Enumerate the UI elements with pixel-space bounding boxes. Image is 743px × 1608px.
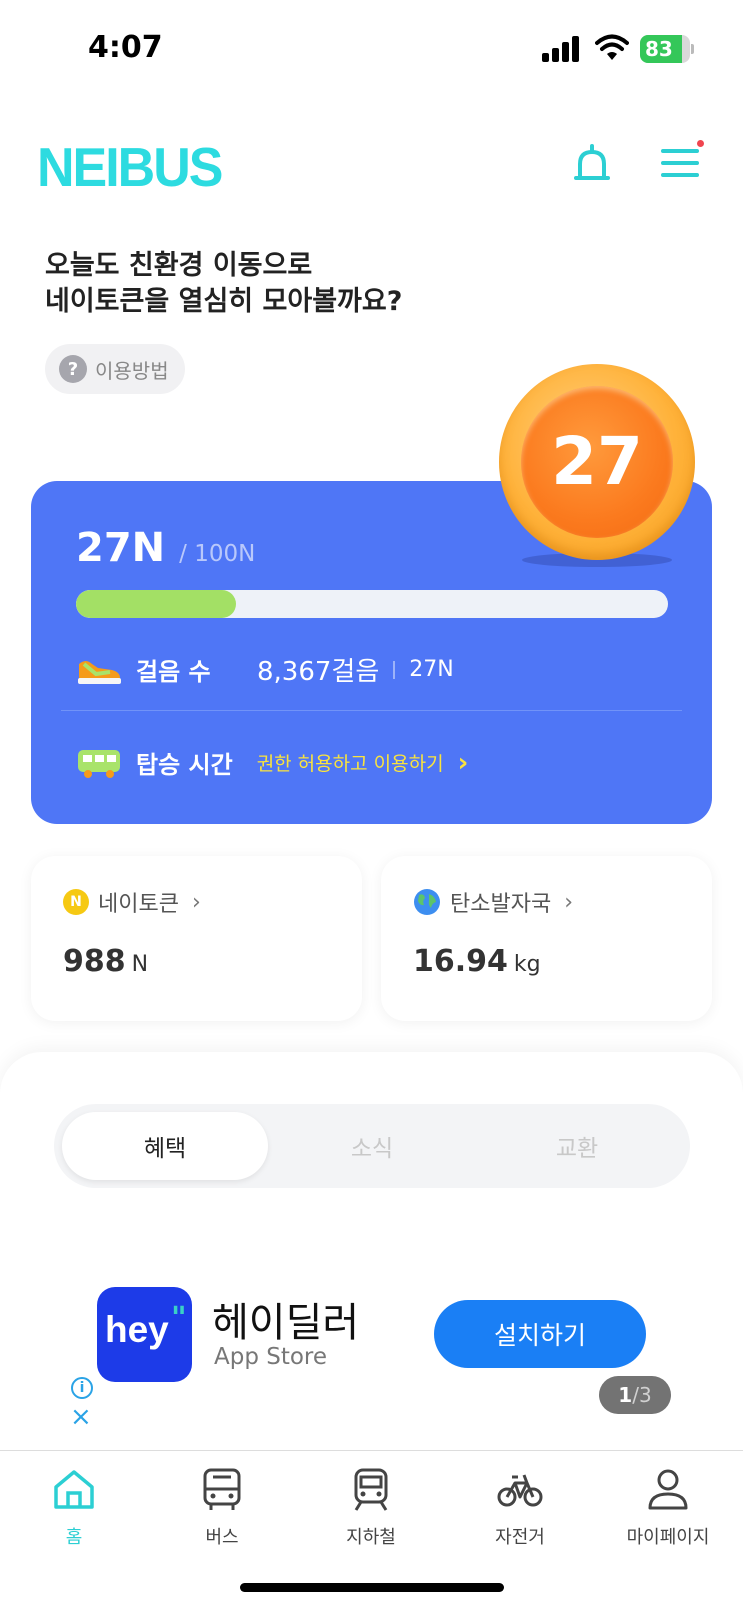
steps-label: 걸음 수 — [136, 658, 211, 686]
token-label: 네이토큰 — [98, 892, 179, 917]
progress-current: 27N — [76, 525, 166, 571]
greeting-line-1: 오늘도 친환경 이동으로 — [45, 250, 313, 281]
cellular-signal-icon — [542, 36, 582, 62]
bus-icon — [78, 749, 120, 778]
progress-max: / 100N — [179, 541, 256, 567]
nav-bus-label: 버스 — [205, 1527, 239, 1548]
nav-bicycle[interactable]: 자전거 — [455, 1465, 585, 1549]
nav-bus[interactable]: 버스 — [157, 1465, 287, 1549]
chevron-right-icon: › — [457, 747, 469, 778]
ad-subtitle: App Store — [214, 1344, 328, 1370]
carbon-amount: 16.94 kg — [413, 944, 541, 979]
ad-pager-current: 1 — [618, 1383, 633, 1407]
nav-home-label: 홈 — [65, 1527, 83, 1548]
segment-tabs: 혜택 소식 교환 — [54, 1104, 690, 1188]
notification-dot — [697, 140, 704, 147]
permission-link-label: 권한 허용하고 이용하기 — [256, 753, 444, 775]
how-to-use-label: 이용방법 — [95, 358, 169, 383]
carbon-label: 탄소발자국 — [450, 892, 552, 917]
progress-bar-fill — [76, 590, 236, 618]
status-bar: 4:07 83 — [0, 0, 743, 100]
greeting-line-2: 네이토큰을 열심히 모아볼까요? — [45, 286, 403, 317]
sneaker-icon — [78, 660, 121, 684]
carbon-card-header: 탄소발자국 › — [413, 886, 573, 918]
globe-icon — [414, 889, 440, 915]
how-to-use-button[interactable]: ? 이용방법 — [45, 344, 185, 394]
ad-app-icon-text: hey — [105, 1309, 169, 1350]
battery-percent: 83 — [645, 37, 673, 61]
token-card[interactable]: N 네이토큰 › 988 N — [31, 856, 362, 1021]
token-unit: N — [131, 952, 149, 977]
ad-info-icon[interactable]: i — [71, 1377, 93, 1399]
home-icon — [54, 1470, 94, 1509]
nav-mypage-label: 마이페이지 — [626, 1527, 710, 1548]
ride-time-label: 탑승 시간 — [136, 751, 233, 779]
home-indicator — [240, 1583, 504, 1592]
chevron-right-icon: › — [564, 889, 574, 915]
ad-title[interactable]: 헤이딜러 — [212, 1290, 359, 1348]
coin-badge: 27 — [499, 364, 695, 560]
chevron-right-icon: › — [191, 889, 201, 915]
subway-icon — [354, 1468, 388, 1511]
nav-subway-label: 지하철 — [346, 1527, 396, 1548]
tab-exchange[interactable]: 교환 — [474, 1112, 680, 1180]
question-icon: ? — [59, 355, 87, 383]
app-logo: NEIBUS — [37, 137, 223, 199]
carbon-unit: kg — [513, 952, 541, 977]
nav-home[interactable]: 홈 — [9, 1465, 139, 1549]
bicycle-icon — [497, 1474, 543, 1507]
card-divider — [61, 710, 682, 711]
ride-time-row: 탑승 시간 권한 허용하고 이용하기 › — [76, 745, 468, 780]
ad-pager-total: /3 — [632, 1383, 652, 1407]
steps-row: 걸음 수 8,367걸음 27N — [76, 651, 676, 688]
steps-value: 8,367걸음 — [257, 657, 380, 687]
bus-icon — [203, 1468, 241, 1510]
steps-tokens: 27N — [409, 657, 454, 682]
tab-news[interactable]: 소식 — [269, 1112, 475, 1180]
token-coin-icon: N — [63, 889, 89, 915]
greeting-headline: 오늘도 친환경 이동으로 네이토큰을 열심히 모아볼까요? — [45, 248, 402, 320]
wifi-icon — [595, 34, 629, 60]
token-card-header: N 네이토큰 › — [63, 886, 201, 918]
ad-app-icon[interactable]: hey " — [97, 1287, 192, 1382]
progress-summary: 27N / 100N — [76, 525, 255, 571]
nav-mypage[interactable]: 마이페이지 — [603, 1465, 733, 1549]
person-icon — [648, 1469, 688, 1510]
token-balance: 988 N — [63, 944, 148, 979]
progress-bar — [76, 590, 668, 618]
install-button[interactable]: 설치하기 — [434, 1300, 646, 1368]
token-value: 988 — [63, 944, 126, 979]
coin-badge-value: 27 — [551, 423, 643, 500]
carbon-card[interactable]: 탄소발자국 › 16.94 kg — [381, 856, 712, 1021]
menu-icon[interactable] — [660, 145, 700, 181]
ad-close-icon[interactable]: × — [70, 1404, 92, 1430]
nav-subway[interactable]: 지하철 — [306, 1465, 436, 1549]
status-time: 4:07 — [88, 30, 163, 65]
battery-icon: 83 — [640, 35, 694, 63]
tab-benefits[interactable]: 혜택 — [62, 1112, 268, 1180]
bell-icon[interactable] — [572, 144, 612, 184]
nav-bicycle-label: 자전거 — [495, 1527, 545, 1548]
ad-pager: 1 /3 — [599, 1376, 671, 1414]
carbon-value: 16.94 — [413, 944, 508, 979]
ad-app-icon-quote: " — [171, 1301, 187, 1336]
permission-link[interactable]: 권한 허용하고 이용하기 › — [257, 748, 469, 778]
steps-divider — [393, 660, 396, 679]
